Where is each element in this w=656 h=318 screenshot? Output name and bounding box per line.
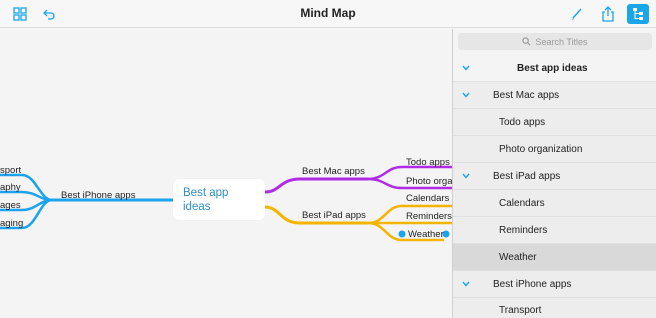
outline-row-weather[interactable]: Weather xyxy=(453,244,656,271)
outline-row-label: Calendars xyxy=(499,198,545,209)
outline-row-label: Best Mac apps xyxy=(493,90,560,101)
node-photo-organization[interactable]: Photo orga xyxy=(406,176,452,187)
node-calendars[interactable]: Calendars xyxy=(406,193,449,204)
outline-row-photo-organization[interactable]: Photo organization xyxy=(453,136,656,163)
outline-row-label: Transport xyxy=(499,305,542,316)
node-weather[interactable]: Weather xyxy=(408,229,444,240)
outline-row-label: Best iPad apps xyxy=(493,171,561,182)
chevron-down-icon[interactable] xyxy=(461,171,471,181)
outline-row-reminders[interactable]: Reminders xyxy=(453,217,656,244)
outline-row-label: Weather xyxy=(499,252,537,263)
outline-row-transport[interactable]: Transport xyxy=(453,298,656,318)
outline-row-label: Best app ideas xyxy=(517,63,588,74)
mind-map-canvas[interactable]: sport aphy ages aging Best iPhone apps B… xyxy=(0,29,452,318)
toolbar: Mind Map xyxy=(0,0,656,28)
chevron-down-icon[interactable] xyxy=(461,279,471,289)
node-reminders[interactable]: Reminders xyxy=(406,211,452,222)
outline-row-todo-apps[interactable]: Todo apps xyxy=(453,109,656,136)
outline-row-best-mac-apps[interactable]: Best Mac apps xyxy=(453,82,656,109)
outline-row-label: Reminders xyxy=(499,225,548,236)
outline-row-label: Todo apps xyxy=(499,117,546,128)
central-node-label: Best app ideas xyxy=(183,187,229,213)
node-best-mac-apps[interactable]: Best Mac apps xyxy=(302,166,365,177)
page-title: Mind Map xyxy=(300,6,356,20)
node-iphone-child-4[interactable]: aging xyxy=(0,218,23,229)
outline-row-best-ipad-apps[interactable]: Best iPad apps xyxy=(453,163,656,190)
outline-row-calendars[interactable]: Calendars xyxy=(453,190,656,217)
pen-icon[interactable] xyxy=(566,4,588,24)
outline-row-label: Photo organization xyxy=(499,144,583,155)
node-best-ipad-apps[interactable]: Best iPad apps xyxy=(302,210,366,221)
outline-row-best-app-ideas[interactable]: Best app ideas xyxy=(453,55,656,82)
central-node[interactable]: Best app ideas xyxy=(173,179,265,220)
node-todo-apps[interactable]: Todo apps xyxy=(406,157,450,168)
chevron-down-icon[interactable] xyxy=(461,63,471,73)
search-placeholder: Search Titles xyxy=(535,36,588,47)
chevron-down-icon[interactable] xyxy=(461,90,471,100)
node-iphone-child-3[interactable]: ages xyxy=(0,200,21,211)
search-input[interactable]: Search Titles xyxy=(458,33,652,50)
outline-icon[interactable] xyxy=(627,4,649,24)
share-icon[interactable] xyxy=(597,4,619,24)
search-icon xyxy=(522,37,531,46)
node-best-iphone-apps[interactable]: Best iPhone apps xyxy=(61,190,135,201)
mind-map-connections xyxy=(0,165,452,242)
outline-row-best-iphone-apps[interactable]: Best iPhone apps xyxy=(453,271,656,298)
node-iphone-child-2[interactable]: aphy xyxy=(0,182,21,193)
outline-panel: Search Titles Best app ideas Best Mac ap… xyxy=(452,29,656,318)
outline-row-label: Best iPhone apps xyxy=(493,279,572,290)
node-iphone-child-1[interactable]: sport xyxy=(0,165,21,176)
app-window: Mind Map sport aphy ages aging Best iPho… xyxy=(0,0,656,318)
